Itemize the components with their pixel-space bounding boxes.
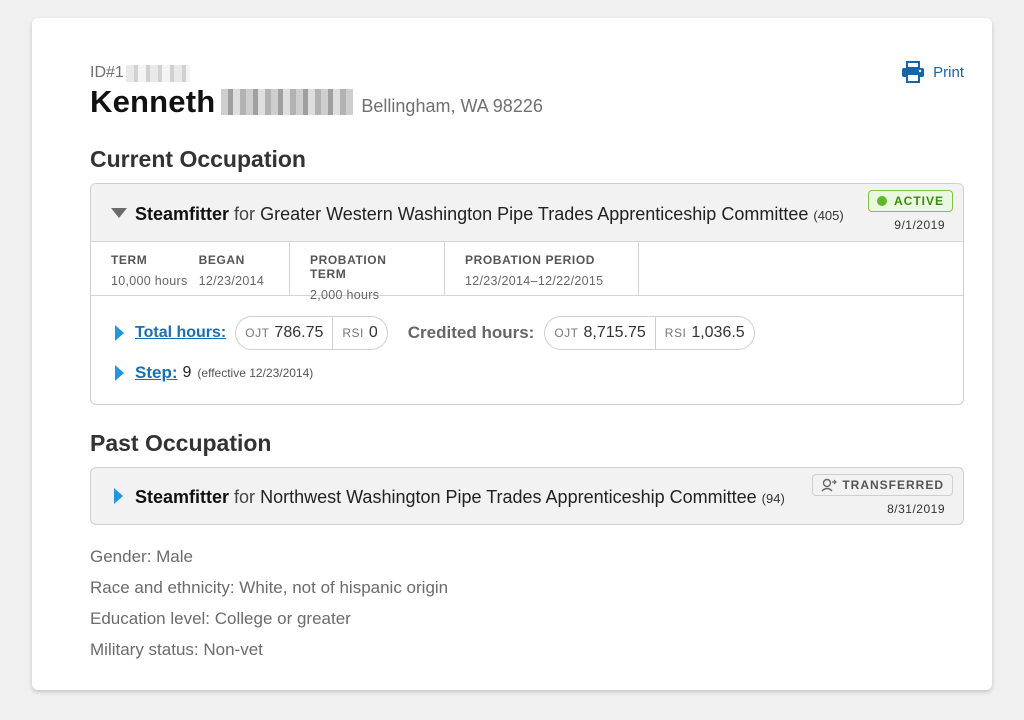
last-name-redacted xyxy=(221,89,354,115)
began-label: BEGAN xyxy=(198,253,245,267)
began-item: BEGAN 12/23/2014 xyxy=(199,253,265,295)
status-text: ACTIVE xyxy=(893,194,944,208)
current-occupation-panel: Steamfitter for Greater Western Washingt… xyxy=(90,183,964,405)
credited-hours-label: Credited hours: xyxy=(407,323,535,342)
total-hours-link[interactable]: Total hours: xyxy=(135,324,226,342)
current-occupation-title: Current Occupation xyxy=(90,146,306,172)
terms-row: TERM 10,000 hours BEGAN 12/23/2014 PROBA… xyxy=(91,242,963,302)
education-text: Education level: College or greater xyxy=(90,609,351,628)
total-rsi-segment: RSI 0 xyxy=(332,317,386,349)
current-occupation-heading: Steamfitter for Greater Western Washingt… xyxy=(135,204,844,225)
past-occupation-heading: Steamfitter for Northwest Washington Pip… xyxy=(135,487,785,508)
transferred-badge: TRANSFERRED xyxy=(812,474,953,496)
term-value: 10,000 hours xyxy=(111,274,188,288)
status-dot-icon xyxy=(876,196,887,206)
past-connector-text: for xyxy=(234,487,256,507)
hours-row: Total hours: OJT 786.75 RSI 0 Credited h… xyxy=(115,316,755,350)
credited-rsi-value: 1,036.5 xyxy=(691,324,745,341)
total-rsi-label: RSI xyxy=(342,326,364,340)
step-effective: (effective 12/23/2014) xyxy=(197,366,314,380)
expand-triangle-icon[interactable] xyxy=(114,488,123,504)
apprentice-name-row: Kenneth Bellingham, WA 98226 xyxy=(90,84,543,120)
transfer-icon xyxy=(821,478,838,492)
first-name: Kenneth xyxy=(90,84,216,119)
credited-rsi-label: RSI xyxy=(664,326,687,340)
location: Bellingham, WA 98226 xyxy=(361,96,543,116)
committee-number: (405) xyxy=(813,208,844,223)
race-text: Race and ethnicity: White, not of hispan… xyxy=(90,578,449,597)
collapse-triangle-icon[interactable] xyxy=(111,208,127,218)
step-expand-icon[interactable] xyxy=(115,365,124,381)
total-ojt-label: OJT xyxy=(245,326,270,340)
past-trade-name: Steamfitter xyxy=(135,487,230,507)
total-hours-expand-icon[interactable] xyxy=(115,325,124,341)
status-badge: ACTIVE xyxy=(867,190,953,212)
step-value: 9 xyxy=(182,364,192,381)
connector-text: for xyxy=(234,204,256,224)
apprentice-card: ID#1 Kenneth Bellingham, WA 98226 Print … xyxy=(32,18,992,690)
total-ojt-segment: OJT 786.75 xyxy=(236,317,332,349)
apprentice-id: ID#1 xyxy=(90,64,190,82)
total-rsi-value: 0 xyxy=(368,324,378,341)
past-occupation-panel[interactable]: Steamfitter for Northwest Washington Pip… xyxy=(90,467,964,525)
probation-term-label: PROBATION TERM xyxy=(310,253,387,281)
total-ojt-value: 786.75 xyxy=(274,324,324,341)
probation-term-cell: PROBATION TERM 2,000 hours xyxy=(290,242,445,302)
credited-ojt-value: 8,715.75 xyxy=(583,324,646,341)
term-cell: TERM 10,000 hours BEGAN 12/23/2014 xyxy=(91,242,290,295)
probation-period-cell: PROBATION PERIOD 12/23/2014–12/22/2015 xyxy=(445,242,639,295)
past-occupation-title: Past Occupation xyxy=(90,430,272,456)
past-committee-number: (94) xyxy=(761,491,785,506)
past-status-date: 8/31/2019 xyxy=(887,502,945,516)
credited-ojt-label: OJT xyxy=(554,326,579,340)
probation-period-value: 12/23/2014–12/22/2015 xyxy=(465,274,604,288)
probation-period-label: PROBATION PERIOD xyxy=(465,253,596,267)
status-date: 9/1/2019 xyxy=(894,218,945,232)
gender-text: Gender: Male xyxy=(90,547,193,566)
print-label: Print xyxy=(933,63,964,81)
id-prefix: ID#1 xyxy=(90,64,124,81)
current-occupation-header[interactable]: Steamfitter for Greater Western Washingt… xyxy=(91,184,963,242)
began-value: 12/23/2014 xyxy=(198,274,265,288)
credited-hours-pill: OJT 8,715.75 RSI 1,036.5 xyxy=(544,316,755,350)
term-label: TERM xyxy=(111,253,148,267)
printer-icon xyxy=(902,61,925,83)
id-redacted xyxy=(125,64,190,82)
military-text: Military status: Non-vet xyxy=(90,640,263,659)
probation-term-value: 2,000 hours xyxy=(310,288,380,302)
probation-term-item: PROBATION TERM 2,000 hours xyxy=(310,253,424,302)
step-link[interactable]: Step: xyxy=(135,363,178,383)
step-row: Step: 9 (effective 12/23/2014) xyxy=(115,363,313,383)
committee-name: Greater Western Washington Pipe Trades A… xyxy=(260,204,809,224)
total-hours-pill: OJT 786.75 RSI 0 xyxy=(235,316,388,350)
credited-ojt-segment: OJT 8,715.75 xyxy=(545,317,654,349)
trade-name: Steamfitter xyxy=(135,204,230,224)
print-button[interactable]: Print xyxy=(901,61,964,83)
past-committee-name: Northwest Washington Pipe Trades Apprent… xyxy=(260,487,757,507)
transferred-text: TRANSFERRED xyxy=(842,478,944,492)
term-item: TERM 10,000 hours xyxy=(111,253,188,295)
credited-rsi-segment: RSI 1,036.5 xyxy=(654,317,754,349)
probation-period-item: PROBATION PERIOD 12/23/2014–12/22/2015 xyxy=(465,253,603,295)
